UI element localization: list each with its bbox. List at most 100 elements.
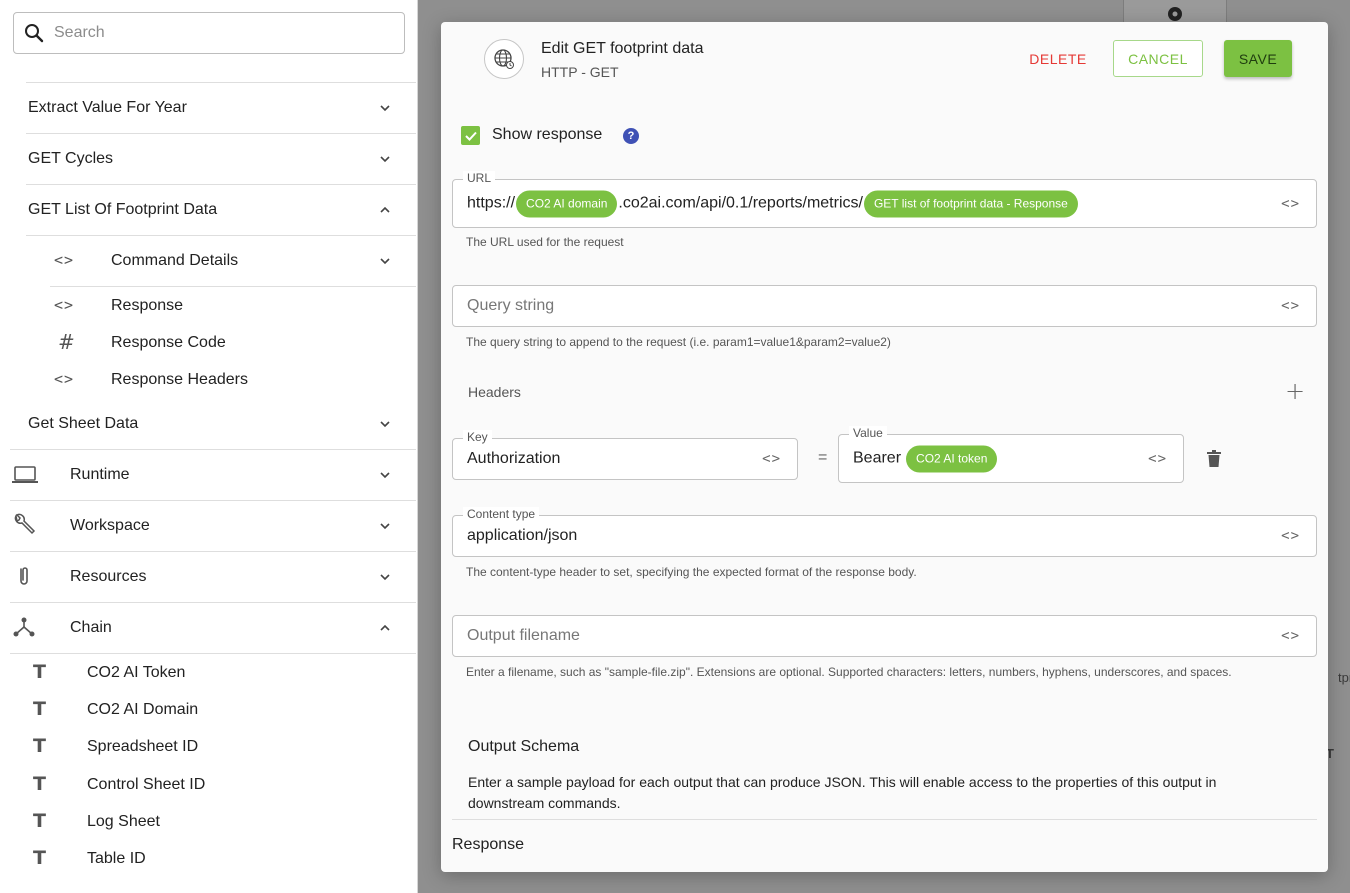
- save-button[interactable]: SAVE: [1224, 40, 1292, 77]
- chain-item-co2-ai-domain[interactable]: T CO2 AI Domain: [33, 697, 393, 723]
- group-resources[interactable]: Resources: [12, 564, 392, 590]
- divider: [50, 286, 416, 287]
- laptop-icon: [12, 466, 38, 483]
- chain-item-label: CO2 AI Domain: [87, 701, 199, 718]
- help-icon[interactable]: ?: [623, 128, 639, 144]
- add-header-icon[interactable]: +: [1285, 377, 1305, 405]
- modal-title: Edit GET footprint data: [541, 40, 704, 57]
- group-label: Runtime: [70, 466, 130, 483]
- cancel-button[interactable]: CANCEL: [1113, 40, 1203, 77]
- divider: [452, 819, 1317, 820]
- code-toggle-icon[interactable]: <>: [1148, 451, 1167, 467]
- code-icon: <>: [54, 370, 75, 388]
- query-string-helper: The query string to append to the reques…: [466, 335, 891, 349]
- content-type-field[interactable]: Content type application/json <>: [452, 507, 1317, 557]
- chain-item-table-id[interactable]: T Table ID: [33, 846, 393, 872]
- text-variable-icon: T: [33, 773, 46, 795]
- chain-item-control-sheet-id[interactable]: T Control Sheet ID: [33, 772, 393, 798]
- url-field[interactable]: URL https:// CO2 AI domain .co2ai.com/ap…: [452, 171, 1317, 228]
- chain-item-co2-ai-token[interactable]: T CO2 AI Token: [33, 660, 393, 686]
- code-toggle-icon[interactable]: <>: [1281, 298, 1300, 314]
- variable-chip-footprint-response[interactable]: GET list of footprint data - Response: [863, 190, 1078, 217]
- sub-item-label: Response Headers: [111, 371, 248, 388]
- chain-item-log-sheet[interactable]: T Log Sheet: [33, 809, 393, 835]
- search-input[interactable]: [54, 24, 374, 42]
- section-extract-value-for-year[interactable]: Extract Value For Year: [28, 95, 392, 121]
- text-variable-icon: T: [33, 847, 46, 869]
- content-type-label: Content type: [463, 507, 540, 521]
- section-label: Get Sheet Data: [28, 415, 139, 432]
- search-icon: [25, 24, 44, 43]
- show-response-checkbox[interactable]: [461, 126, 480, 145]
- output-filename-field[interactable]: Output filename <>: [452, 615, 1317, 657]
- text-variable-icon: T: [33, 810, 46, 832]
- url-helper: The URL used for the request: [466, 235, 624, 249]
- output-filename-placeholder: Output filename: [467, 627, 580, 644]
- sub-item-response-code[interactable]: # Response Code: [54, 330, 392, 356]
- divider: [10, 602, 416, 603]
- chain-item-label: CO2 AI Token: [87, 664, 186, 681]
- query-string-placeholder: Query string: [467, 297, 555, 314]
- variable-chip-co2-ai-domain[interactable]: CO2 AI domain: [516, 190, 618, 217]
- header-key-value: Authorization: [467, 450, 561, 467]
- globe-icon: [484, 39, 524, 79]
- query-string-field[interactable]: Query string <>: [452, 285, 1317, 327]
- output-filename-helper: Enter a filename, such as "sample-file.z…: [466, 665, 1232, 679]
- divider: [26, 184, 416, 185]
- section-get-cycles[interactable]: GET Cycles: [28, 146, 392, 172]
- chevron-down-icon: [380, 523, 390, 530]
- chain-icon: [13, 617, 35, 637]
- divider: [10, 449, 416, 450]
- sub-item-response[interactable]: <> Response: [54, 293, 392, 319]
- header-value-label: Value: [849, 426, 887, 440]
- sub-item-label: Command Details: [111, 252, 239, 269]
- header-value[interactable]: Bearer CO2 AI token: [853, 445, 998, 472]
- output-schema-description: Enter a sample payload for each output t…: [468, 774, 1217, 811]
- divider: [26, 235, 416, 236]
- header-value-prefix: Bearer: [853, 449, 902, 467]
- show-response-label[interactable]: Show response: [492, 126, 602, 144]
- url-label: URL: [463, 171, 496, 185]
- code-toggle-icon[interactable]: <>: [1281, 628, 1300, 644]
- code-toggle-icon[interactable]: <>: [762, 451, 781, 467]
- paperclip-icon: [20, 567, 28, 585]
- section-label: GET List Of Footprint Data: [28, 201, 218, 218]
- content-type-helper: The content-type header to set, specifyi…: [466, 565, 917, 579]
- group-label: Workspace: [70, 517, 150, 534]
- divider: [10, 500, 416, 501]
- chevron-down-icon: [380, 105, 390, 112]
- divider: [26, 82, 416, 83]
- group-label: Resources: [70, 568, 147, 585]
- url-prefix: https://: [467, 194, 516, 212]
- group-chain[interactable]: Chain: [12, 615, 392, 641]
- wrench-icon: [14, 513, 36, 535]
- code-toggle-icon[interactable]: <>: [1281, 196, 1300, 212]
- section-get-sheet-data[interactable]: Get Sheet Data: [28, 411, 392, 437]
- search-box[interactable]: [13, 12, 405, 54]
- chain-item-spreadsheet-id[interactable]: T Spreadsheet ID: [33, 734, 393, 760]
- chevron-up-icon: [380, 624, 390, 631]
- chain-item-label: Spreadsheet ID: [87, 738, 199, 755]
- header-key-field[interactable]: Key Authorization <>: [452, 430, 798, 480]
- variable-chip-co2-ai-token[interactable]: CO2 AI token: [906, 445, 998, 472]
- hash-icon: #: [58, 330, 75, 354]
- sub-item-response-headers[interactable]: <> Response Headers: [54, 367, 392, 393]
- group-runtime[interactable]: Runtime: [12, 462, 392, 488]
- code-icon: <>: [54, 251, 75, 269]
- chevron-down-icon: [380, 472, 390, 479]
- header-value-field[interactable]: Value Bearer CO2 AI token <>: [838, 426, 1184, 483]
- divider: [10, 551, 416, 552]
- sub-item-command-details[interactable]: <> Command Details: [54, 248, 392, 274]
- code-toggle-icon[interactable]: <>: [1281, 528, 1300, 544]
- chain-item-label: Control Sheet ID: [87, 776, 206, 793]
- trash-icon[interactable]: [1206, 450, 1222, 468]
- section-get-list-of-footprint-data[interactable]: GET List Of Footprint Data: [28, 197, 392, 223]
- chevron-down-icon: [380, 258, 390, 265]
- response-schema-label: Response: [452, 836, 525, 853]
- text-variable-icon: T: [33, 698, 46, 720]
- delete-button[interactable]: DELETE: [1019, 40, 1097, 77]
- group-workspace[interactable]: Workspace: [12, 513, 392, 539]
- url-value[interactable]: https:// CO2 AI domain .co2ai.com/api/0.…: [467, 190, 1079, 217]
- divider: [10, 653, 416, 654]
- chain-item-label: Table ID: [87, 850, 146, 867]
